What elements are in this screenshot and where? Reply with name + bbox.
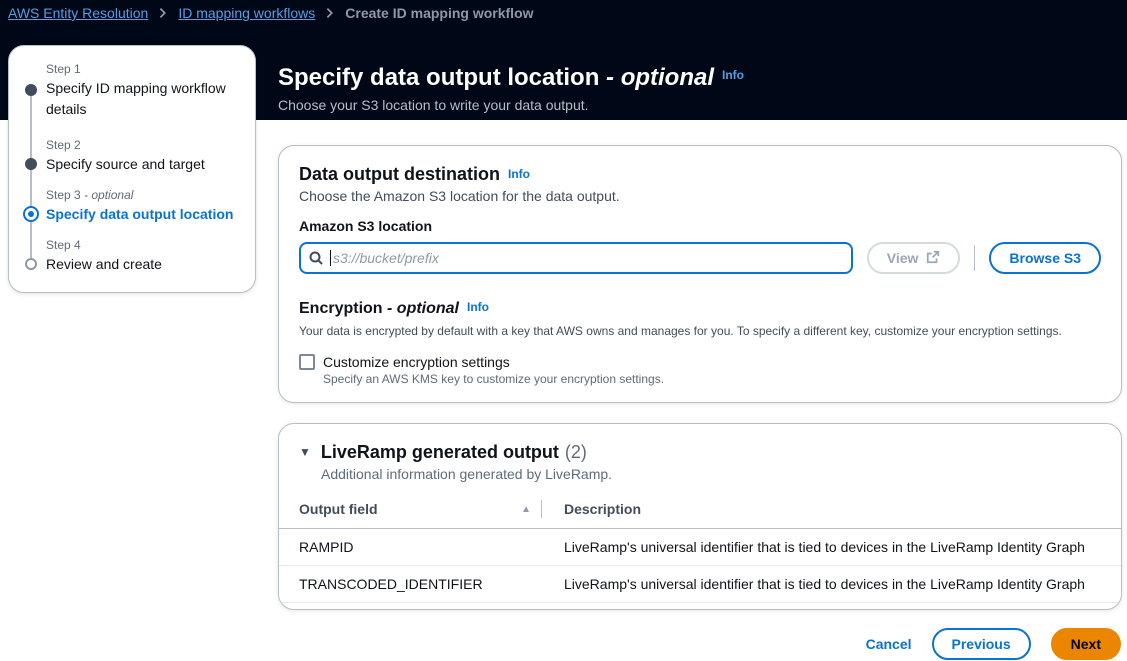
view-button[interactable]: View [867, 242, 961, 274]
s3-location-input[interactable] [299, 242, 853, 274]
data-output-destination-card: Data output destination Info Choose the A… [278, 145, 1122, 403]
description-cell: LiveRamp's universal identifier that is … [542, 576, 1085, 592]
external-link-icon [926, 250, 940, 267]
card-title-text: Data output destination [299, 164, 500, 184]
step-item-1: Step 1 Specify ID mapping workflow detai… [9, 60, 255, 136]
encryption-title-text: Encryption [299, 300, 383, 317]
customize-encryption-row: Customize encryption settings [299, 354, 1101, 370]
search-icon [308, 250, 324, 269]
liveramp-counter: (2) [565, 442, 587, 462]
next-button-label: Next [1071, 636, 1101, 652]
s3-location-label: Amazon S3 location [299, 218, 1101, 234]
table-row: TRANSCODED_IDENTIFIER LiveRamp's univers… [279, 566, 1121, 603]
page-title-info-link[interactable]: Info [722, 68, 744, 82]
step-item-2: Step 2 Specify source and target [9, 136, 255, 186]
page-subtitle: Choose your S3 location to write your da… [278, 97, 1038, 113]
chevron-right-icon [156, 6, 170, 20]
step-label: Step 1 [46, 60, 241, 78]
table-header-row: Output field ▲ Description [279, 494, 1121, 529]
step-label: Step 4 [46, 236, 241, 254]
cancel-button[interactable]: Cancel [866, 636, 912, 652]
encryption-description: Your data is encrypted by default with a… [299, 324, 1101, 338]
browse-s3-label: Browse S3 [1009, 250, 1081, 266]
liveramp-description: Additional information generated by Live… [279, 464, 1121, 482]
view-button-label: View [887, 250, 919, 266]
step-link-data-output-location[interactable]: Specify data output location [46, 204, 241, 225]
s3-input-wrap [299, 242, 853, 274]
s3-location-row: View Browse S3 [299, 242, 1101, 274]
output-field-cell: TRANSCODED_IDENTIFIER [299, 576, 542, 592]
destination-info-link[interactable]: Info [508, 167, 530, 181]
liveramp-output-card: ▼ LiveRamp generated output (2) Additiona… [278, 423, 1122, 610]
sort-ascending-icon[interactable]: ▲ [521, 504, 531, 515]
button-divider [974, 245, 975, 271]
page-header: Specify data output location - optional I… [278, 60, 1038, 113]
encryption-title: Encryption - optional Info [299, 296, 1101, 320]
description-cell: LiveRamp's universal identifier that is … [542, 539, 1085, 555]
page-title-optional: - optional [606, 64, 714, 91]
step-active-radio-icon [23, 206, 39, 222]
liveramp-table: Output field ▲ Description RAMPID LiveRa… [279, 494, 1121, 603]
step-visited-dot-icon [25, 84, 37, 96]
step-label: Step 2 [46, 136, 241, 154]
breadcrumb-link-entity-resolution[interactable]: AWS Entity Resolution [8, 5, 148, 21]
breadcrumb-current: Create ID mapping workflow [345, 5, 533, 21]
step-visited-dot-icon [25, 158, 37, 170]
step-link-review-create[interactable]: Review and create [46, 254, 241, 275]
step-label-optional: - optional [81, 188, 134, 202]
encryption-title-optional: - optional [387, 300, 459, 317]
text-cursor [330, 250, 331, 266]
column-header-output-field[interactable]: Output field ▲ [299, 501, 541, 517]
breadcrumb-link-id-mapping-workflows[interactable]: ID mapping workflows [178, 5, 315, 21]
step-item-3-active: Step 3 - optional Specify data output lo… [9, 186, 255, 236]
card-title: Data output destination Info [299, 162, 1101, 186]
liveramp-title: LiveRamp generated output (2) [321, 440, 587, 464]
step-link-source-target[interactable]: Specify source and target [46, 154, 241, 175]
browse-s3-button[interactable]: Browse S3 [989, 242, 1101, 274]
step-label: Step 3 - optional [46, 186, 241, 204]
customize-encryption-checkbox[interactable] [299, 354, 315, 370]
breadcrumb: AWS Entity Resolution ID mapping workflo… [8, 5, 534, 21]
previous-button[interactable]: Previous [932, 628, 1031, 660]
encryption-info-link[interactable]: Info [467, 300, 489, 314]
next-button[interactable]: Next [1051, 628, 1121, 660]
customize-encryption-description: Specify an AWS KMS key to customize your… [323, 372, 1101, 386]
wizard-steps-nav: Step 1 Specify ID mapping workflow detai… [8, 45, 256, 293]
page-title-text: Specify data output location [278, 64, 599, 91]
chevron-right-icon [323, 6, 337, 20]
page-title: Specify data output location - optional I… [278, 60, 1038, 93]
card-description: Choose the Amazon S3 location for the da… [299, 188, 1101, 204]
table-row: RAMPID LiveRamp's universal identifier t… [279, 529, 1121, 566]
wizard-footer-actions: Cancel Previous Next [866, 628, 1121, 660]
liveramp-expand-header[interactable]: ▼ LiveRamp generated output (2) [279, 438, 1121, 464]
step-item-4: Step 4 Review and create [9, 236, 255, 278]
customize-encryption-label[interactable]: Customize encryption settings [323, 354, 510, 370]
encryption-section: Encryption - optional Info Your data is e… [299, 296, 1101, 386]
output-field-cell: RAMPID [299, 539, 542, 555]
column-header-label: Output field [299, 501, 378, 517]
column-header-description: Description [542, 501, 641, 517]
step-upcoming-dot-icon [25, 258, 37, 270]
step-label-text: Step 3 [46, 188, 81, 202]
step-link-workflow-details[interactable]: Specify ID mapping workflow details [46, 78, 241, 120]
liveramp-title-text: LiveRamp generated output [321, 442, 559, 462]
previous-button-label: Previous [952, 636, 1011, 652]
caret-down-icon: ▼ [299, 440, 311, 464]
